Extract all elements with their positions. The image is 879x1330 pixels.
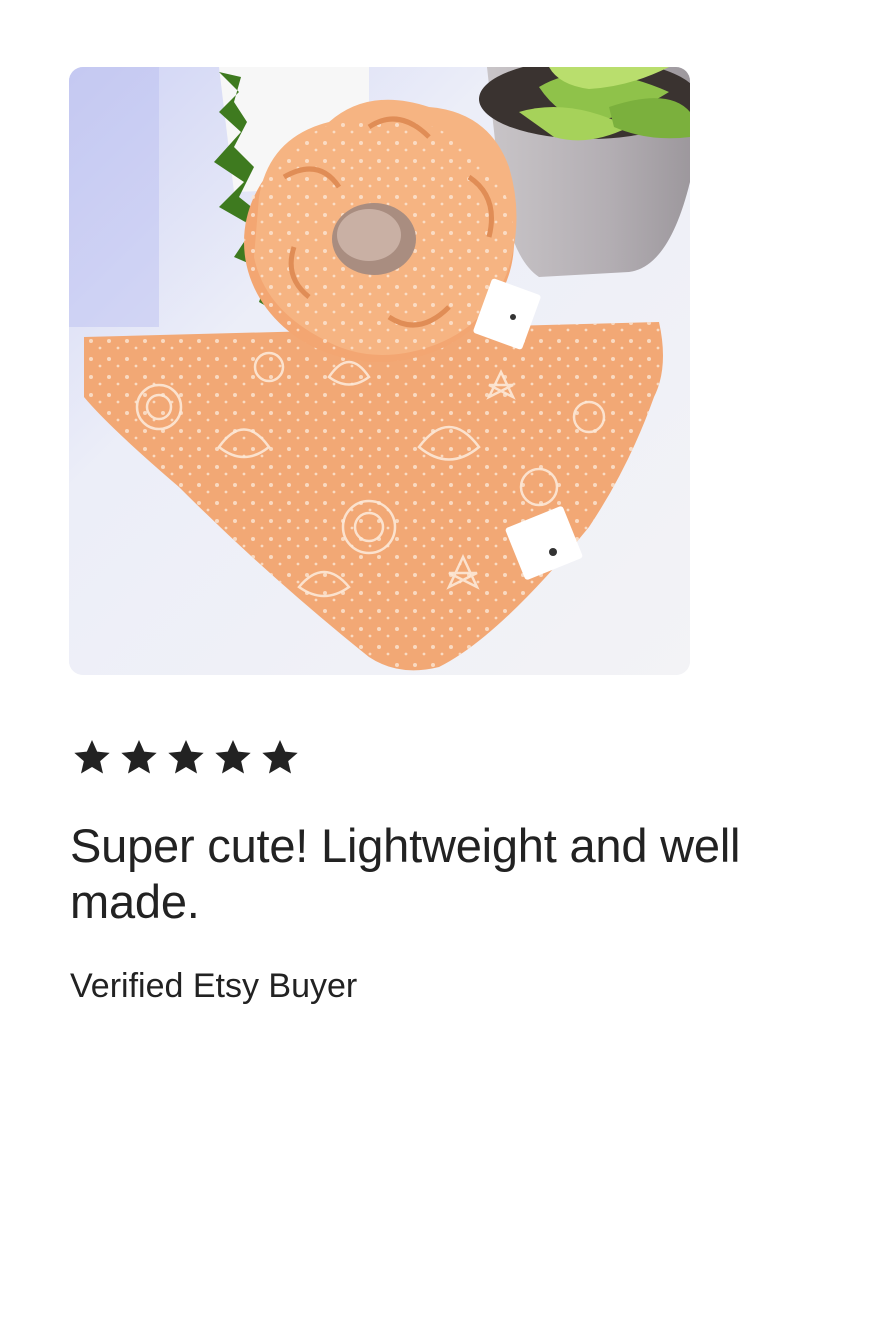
product-photo-illustration bbox=[69, 67, 690, 675]
review-product-photo bbox=[69, 67, 690, 675]
star-icon bbox=[119, 737, 159, 777]
review-headline: Super cute! Lightweight and well made. bbox=[70, 819, 741, 928]
star-rating bbox=[72, 737, 300, 777]
star-icon bbox=[166, 737, 206, 777]
star-icon bbox=[260, 737, 300, 777]
star-icon bbox=[72, 737, 112, 777]
star-icon bbox=[213, 737, 253, 777]
reviewer-name: Verified Etsy Buyer bbox=[70, 967, 358, 1005]
